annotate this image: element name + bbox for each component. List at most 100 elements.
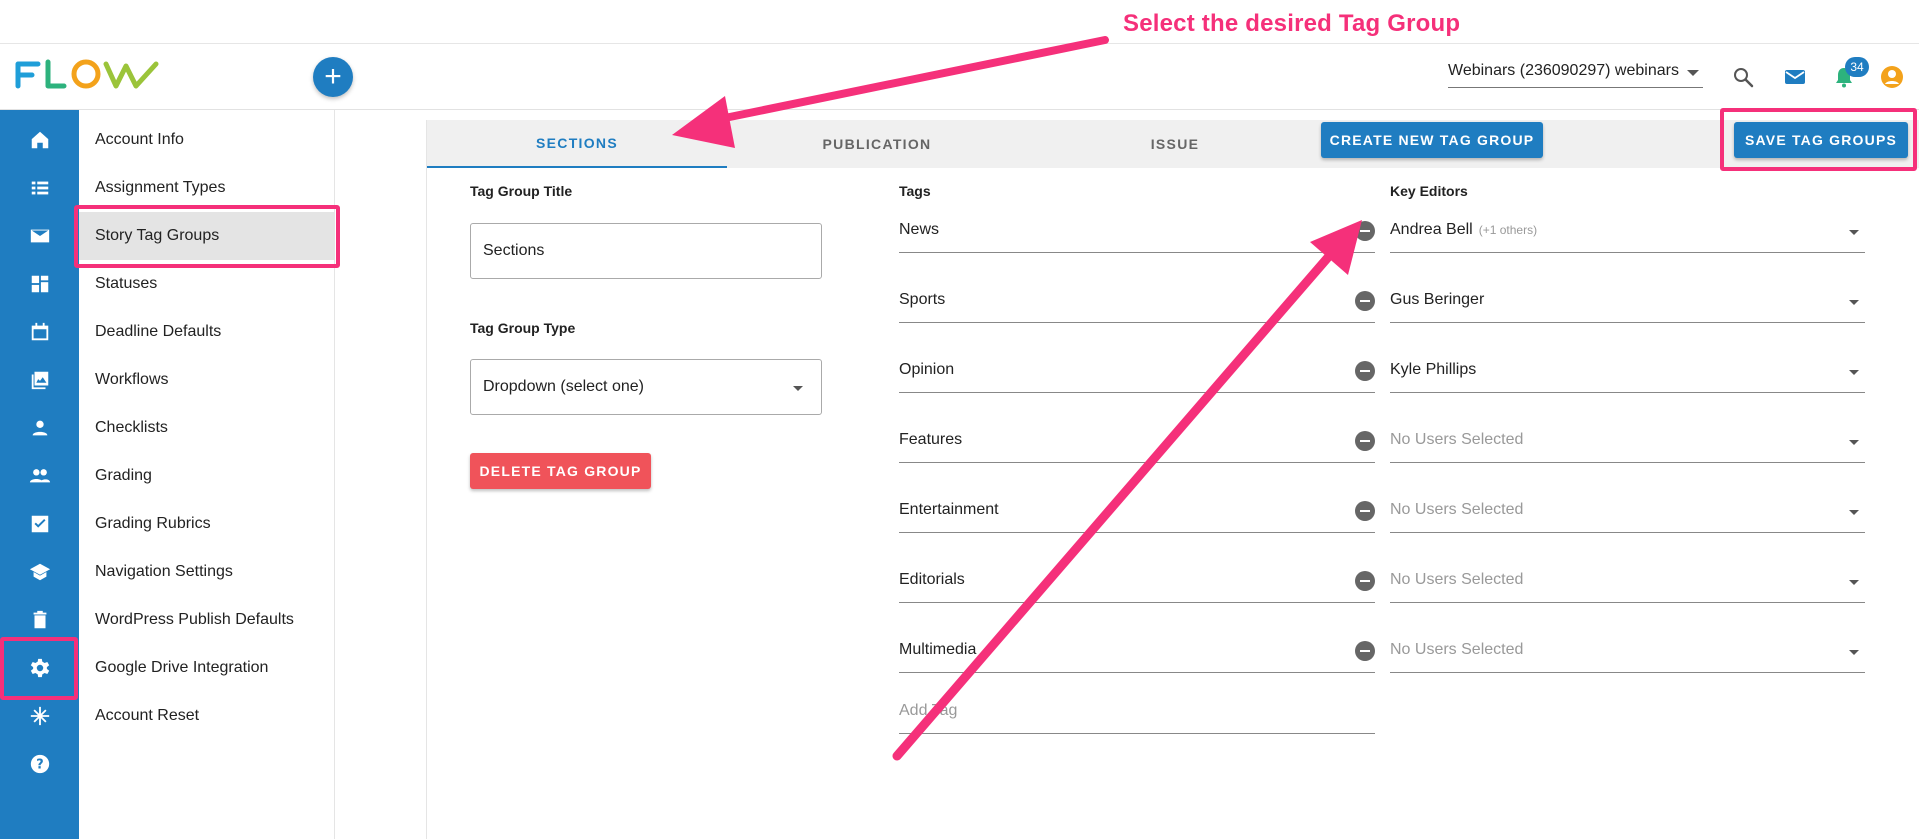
- chevron-down-icon: [1849, 580, 1859, 585]
- editor-name: No Users Selected: [1390, 501, 1524, 518]
- svg-text:?: ?: [36, 758, 43, 773]
- menu-item-grading-rubrics[interactable]: Grading Rubrics: [79, 500, 335, 548]
- remove-circle-icon[interactable]: [1355, 431, 1375, 451]
- home-icon: [31, 131, 48, 149]
- remove-circle-icon[interactable]: [1355, 501, 1375, 521]
- highlight-save-button: [1720, 108, 1917, 171]
- menu-item-account-info[interactable]: Account Info: [79, 116, 335, 164]
- remove-circle-icon[interactable]: [1355, 641, 1375, 661]
- rail-home[interactable]: [0, 116, 79, 164]
- editor-select[interactable]: Gus Beringer: [1390, 287, 1865, 323]
- menu-item-navigation-settings[interactable]: Navigation Settings: [79, 548, 335, 596]
- menu-item-workflows[interactable]: Workflows: [79, 356, 335, 404]
- chevron-down-icon: [1687, 70, 1699, 76]
- tag-name: Features: [899, 431, 963, 448]
- mail-icon: [30, 229, 49, 243]
- editor-name: Kyle Phillips: [1390, 361, 1477, 378]
- editor-select[interactable]: Andrea Bell (+1 others): [1390, 217, 1865, 253]
- rail-help[interactable]: ?: [0, 740, 79, 788]
- remove-circle-icon[interactable]: [1355, 571, 1375, 591]
- tag-name: Sports: [899, 291, 946, 308]
- remove-circle-icon[interactable]: [1355, 291, 1375, 311]
- chevron-down-icon: [1849, 440, 1859, 445]
- chevron-down-icon: [1849, 650, 1859, 655]
- tag-group-type-select[interactable]: Dropdown (select one): [470, 359, 822, 415]
- rail-mail[interactable]: [0, 212, 79, 260]
- account-selector[interactable]: Webinars (236090297) webinars: [1448, 58, 1703, 88]
- snowflake-icon: [30, 706, 49, 726]
- tag-name: News: [899, 221, 940, 238]
- annotation-strip: Select the desired Tag Group: [0, 0, 1919, 44]
- editor-select[interactable]: No Users Selected: [1390, 637, 1865, 673]
- editor-select[interactable]: Kyle Phillips: [1390, 357, 1865, 393]
- tag-row[interactable]: Opinion: [899, 357, 1375, 393]
- tag-row[interactable]: Editorials: [899, 567, 1375, 603]
- icon-rail: ?: [0, 110, 79, 839]
- tag-row[interactable]: Features: [899, 427, 1375, 463]
- annotation-caption: Select the desired Tag Group: [1123, 10, 1461, 37]
- remove-circle-icon[interactable]: [1355, 361, 1375, 381]
- remove-circle-icon[interactable]: [1355, 221, 1375, 241]
- screenshot-root: Select the desired Tag Group + Webinars …: [0, 0, 1919, 839]
- highlight-story-tag-groups: [74, 205, 340, 268]
- rail-school[interactable]: [0, 548, 79, 596]
- menu-item-deadline-defaults[interactable]: Deadline Defaults: [79, 308, 335, 356]
- rail-checkbox[interactable]: [0, 500, 79, 548]
- menu-item-grading[interactable]: Grading: [79, 452, 335, 500]
- add-tag-input[interactable]: Add Tag: [899, 698, 1375, 734]
- tag-group-title-label: Tag Group Title: [470, 183, 573, 199]
- tab-issue[interactable]: ISSUE: [1027, 120, 1323, 168]
- tag-group-title-value: Sections: [483, 242, 545, 259]
- rail-person[interactable]: [0, 404, 79, 452]
- tab-publication[interactable]: PUBLICATION: [727, 120, 1027, 168]
- editor-others: (+1 others): [1478, 223, 1538, 237]
- flow-logo[interactable]: [14, 56, 164, 92]
- editor-name: Gus Beringer: [1390, 291, 1485, 308]
- trash-icon: [33, 610, 46, 629]
- tag-name: Opinion: [899, 361, 955, 378]
- list-icon: [31, 181, 48, 195]
- menu-item-account-reset[interactable]: Account Reset: [79, 692, 335, 740]
- editor-name: No Users Selected: [1390, 571, 1524, 588]
- create-tag-group-button[interactable]: CREATE NEW TAG GROUP: [1321, 122, 1543, 158]
- editor-select[interactable]: No Users Selected: [1390, 567, 1865, 603]
- tag-group-tabs: SECTIONS PUBLICATION ISSUE: [427, 120, 1919, 168]
- menu-item-wordpress-publish-defaults[interactable]: WordPress Publish Defaults: [79, 596, 335, 644]
- account-icon[interactable]: [1880, 65, 1904, 89]
- calendar-icon: [31, 322, 48, 341]
- tag-group-title-input[interactable]: Sections: [470, 223, 822, 279]
- tag-row[interactable]: Sports: [899, 287, 1375, 323]
- tag-name: Multimedia: [899, 641, 977, 658]
- tag-group-type-value: Dropdown (select one): [483, 378, 644, 395]
- delete-tag-group-button[interactable]: DELETE TAG GROUP: [470, 453, 651, 489]
- menu-item-google-drive-integration[interactable]: Google Drive Integration: [79, 644, 335, 692]
- editor-name: No Users Selected: [1390, 431, 1524, 448]
- editor-name: No Users Selected: [1390, 641, 1524, 658]
- chevron-down-icon: [1849, 300, 1859, 305]
- mail-icon[interactable]: [1783, 65, 1807, 89]
- add-button[interactable]: +: [313, 57, 353, 97]
- editor-select[interactable]: No Users Selected: [1390, 427, 1865, 463]
- chevron-down-icon: [793, 386, 803, 391]
- tag-row[interactable]: News: [899, 217, 1375, 253]
- tab-sections[interactable]: SECTIONS: [427, 120, 727, 168]
- person-icon: [32, 420, 47, 436]
- tag-group-editor: SECTIONS PUBLICATION ISSUE CREATE NEW TA…: [426, 120, 1919, 839]
- chevron-down-icon: [1849, 510, 1859, 515]
- tag-row[interactable]: Multimedia: [899, 637, 1375, 673]
- rail-people[interactable]: [0, 452, 79, 500]
- rail-gallery[interactable]: [0, 356, 79, 404]
- highlight-settings-icon: [0, 637, 78, 700]
- tag-name: Entertainment: [899, 501, 999, 518]
- tag-row[interactable]: Entertainment: [899, 497, 1375, 533]
- rail-dashboard[interactable]: [0, 260, 79, 308]
- editor-select[interactable]: No Users Selected: [1390, 497, 1865, 533]
- account-selector-value: Webinars (236090297) webinars: [1448, 62, 1679, 79]
- gallery-icon: [31, 371, 48, 390]
- rail-calendar[interactable]: [0, 308, 79, 356]
- chevron-down-icon: [1849, 230, 1859, 235]
- rail-list[interactable]: [0, 164, 79, 212]
- search-icon[interactable]: [1731, 65, 1755, 89]
- people-icon: [29, 469, 50, 483]
- menu-item-checklists[interactable]: Checklists: [79, 404, 335, 452]
